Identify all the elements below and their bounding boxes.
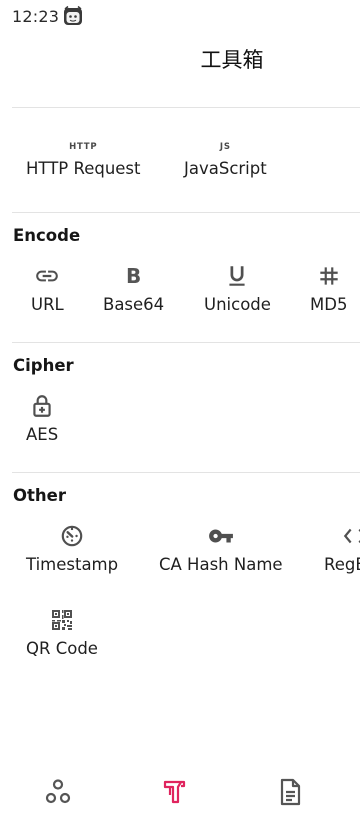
bubbles-icon <box>43 777 73 811</box>
tool-http-request[interactable]: HTTP HTTP Request <box>26 138 141 178</box>
page-title: 工具箱 <box>200 48 264 72</box>
divider <box>12 107 360 108</box>
tool-label: RegEx <box>324 555 360 574</box>
toolbox-icon <box>159 777 189 811</box>
tool-unicode[interactable]: Unicode <box>204 263 271 314</box>
http-icon: HTTP <box>69 138 97 156</box>
http-glyph: HTTP <box>69 142 98 152</box>
underline-u-icon <box>224 263 250 289</box>
section-title-cipher: Cipher <box>13 356 74 375</box>
android-face-icon <box>62 5 84 27</box>
tool-label: URL <box>31 295 64 314</box>
tool-url[interactable]: URL <box>31 263 64 314</box>
tool-label: JavaScript <box>184 159 267 178</box>
status-time: 12:23 <box>12 7 60 26</box>
divider <box>12 212 360 213</box>
bold-b-glyph: B <box>125 264 142 288</box>
section-title-other: Other <box>13 486 66 505</box>
tool-md5[interactable]: MD5 <box>310 263 347 314</box>
tool-label: Timestamp <box>26 555 119 574</box>
divider <box>12 342 360 343</box>
js-icon: JS <box>220 138 231 156</box>
code-brackets-icon <box>324 523 360 549</box>
js-glyph: JS <box>219 142 231 152</box>
nav-item-document[interactable] <box>270 774 310 814</box>
divider <box>12 472 360 473</box>
tool-javascript[interactable]: JS JavaScript <box>184 138 267 178</box>
tool-label: CA Hash Name <box>159 555 283 574</box>
link-icon <box>34 263 60 289</box>
tool-qr-code[interactable]: QR Code <box>26 607 98 658</box>
status-bar: 12:23 <box>0 0 360 34</box>
tool-regex[interactable]: RegEx <box>324 523 360 574</box>
document-icon <box>275 777 305 811</box>
tool-timestamp[interactable]: Timestamp <box>26 523 118 574</box>
bottom-nav <box>0 760 360 825</box>
bold-b-icon: B <box>126 263 141 289</box>
lock-plus-icon <box>29 393 55 419</box>
tool-label: Base64 <box>103 295 165 314</box>
tool-label: AES <box>26 425 59 444</box>
section-title-encode: Encode <box>13 226 81 245</box>
tool-label: MD5 <box>310 295 348 314</box>
tool-ca-hash-name[interactable]: CA Hash Name <box>159 523 283 574</box>
tool-base64[interactable]: B Base64 <box>103 263 164 314</box>
tool-label: HTTP Request <box>26 159 141 178</box>
tool-label: Unicode <box>204 295 271 314</box>
nav-item-toolbox[interactable] <box>154 774 194 814</box>
key-icon <box>208 523 234 549</box>
qr-code-icon <box>50 607 74 633</box>
nav-item-bubbles[interactable] <box>38 774 78 814</box>
tool-label: QR Code <box>26 639 98 658</box>
timer-icon <box>59 523 85 549</box>
hash-icon <box>316 263 342 289</box>
tool-aes[interactable]: AES <box>26 393 58 444</box>
